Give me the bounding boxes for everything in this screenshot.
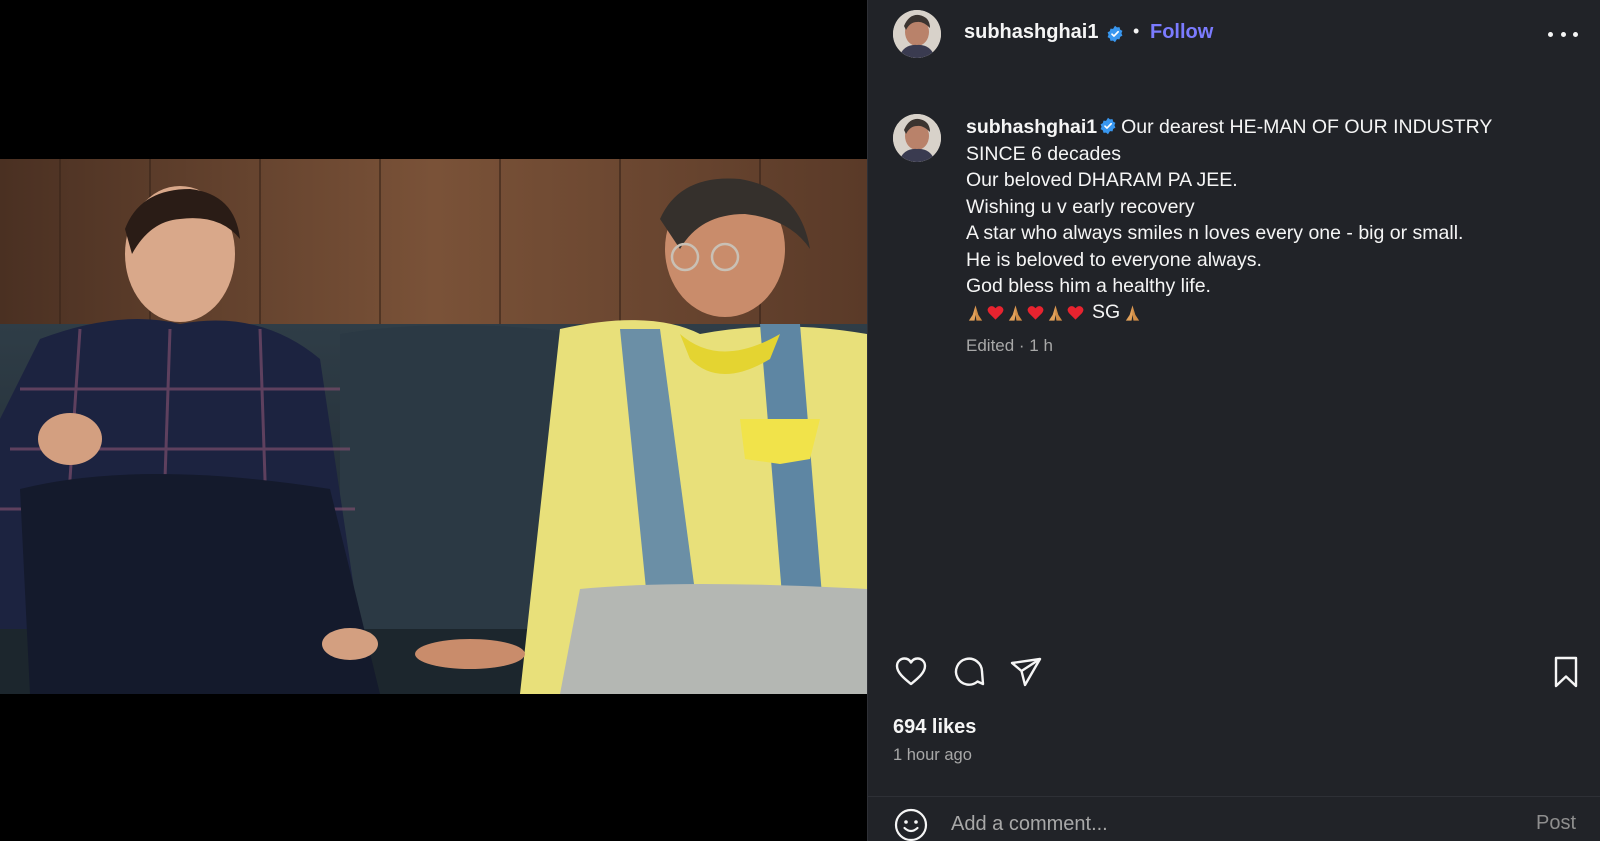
verified-badge-icon <box>1106 25 1124 43</box>
instagram-post-modal: subhashghai1 • Follow subhashghai1 Our de… <box>0 0 1600 841</box>
caption-text: A star who always smiles n loves every o… <box>966 222 1464 244</box>
folded-hands-icon <box>1008 304 1023 321</box>
caption-author-avatar[interactable] <box>893 114 941 162</box>
caption-edited-timestamp: Edited · 1 h <box>966 336 1053 355</box>
folded-hands-icon <box>968 304 983 321</box>
caption-text: SINCE 6 decades <box>966 142 1122 165</box>
author-avatar[interactable] <box>893 10 941 58</box>
caption-text: Our beloved DHARAM PA JEE. <box>966 169 1238 191</box>
smiley-icon[interactable] <box>893 807 929 841</box>
follow-button[interactable]: Follow <box>1150 21 1213 44</box>
folded-hands-icon <box>1126 304 1140 321</box>
bookmark-icon[interactable] <box>1548 654 1584 690</box>
avatar-image <box>893 10 941 58</box>
post-caption: subhashghai1 Our dearest HE-MAN OF OUR IN… <box>966 114 1576 326</box>
post-header: subhashghai1 • Follow <box>868 0 1600 70</box>
post-comment-button[interactable]: Post <box>1536 812 1576 835</box>
red-heart-icon <box>1027 305 1044 320</box>
paper-plane-icon[interactable] <box>1008 654 1044 690</box>
post-photo[interactable] <box>0 159 867 694</box>
red-heart-icon <box>1067 305 1084 320</box>
post-photo-illustration <box>0 159 867 694</box>
caption-line-1: subhashghai1 Our dearest HE-MAN OF OUR IN… <box>966 114 1576 141</box>
caption-text: God bless him a healthy life. <box>966 275 1211 297</box>
comment-input[interactable] <box>951 809 1491 839</box>
post-media-pane <box>0 0 867 841</box>
post-side-panel: subhashghai1 • Follow subhashghai1 Our de… <box>867 0 1600 841</box>
caption-text: Our dearest HE-MAN OF OUR INDUSTRY <box>1121 116 1493 138</box>
caption-avatar-image <box>893 114 941 162</box>
heart-icon[interactable] <box>893 654 929 690</box>
author-username[interactable]: subhashghai1 <box>964 21 1098 44</box>
red-heart-icon <box>987 305 1004 320</box>
likes-count[interactable]: 694 likes <box>893 716 976 739</box>
post-timestamp[interactable]: 1 hour ago <box>893 746 972 765</box>
folded-hands-icon <box>1048 304 1063 321</box>
caption-signature: SG <box>1092 301 1121 324</box>
caption-text: He is beloved to everyone always. <box>966 248 1262 271</box>
caption-emoji-line: SG <box>966 300 1576 326</box>
comment-bar: Post <box>868 796 1600 841</box>
verified-badge-icon <box>1099 116 1117 135</box>
comment-bubble-icon[interactable] <box>951 654 987 690</box>
more-options-icon[interactable] <box>1548 22 1578 46</box>
caption-text: Wishing u v early recovery <box>966 195 1195 218</box>
header-separator: • <box>1133 21 1140 41</box>
caption-username[interactable]: subhashghai1 <box>966 116 1097 138</box>
